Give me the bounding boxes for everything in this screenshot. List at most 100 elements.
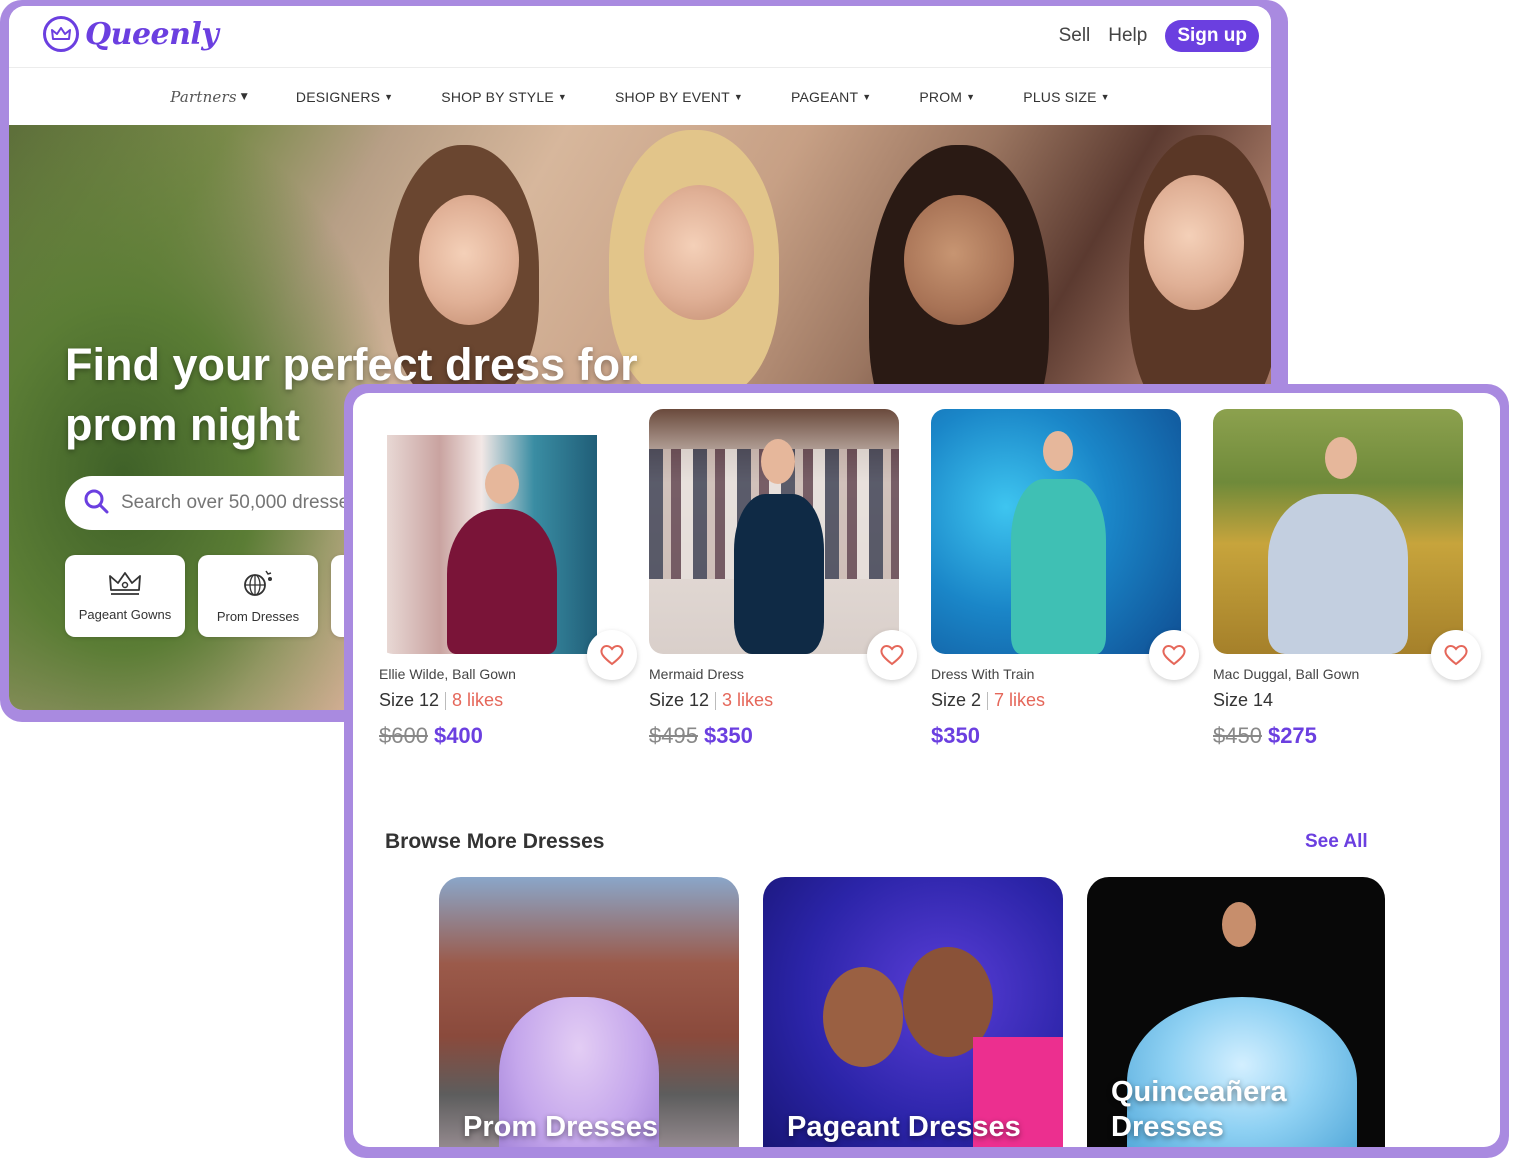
nav-label: PROM bbox=[919, 89, 963, 105]
nav-item-partners[interactable]: Partners ▼ bbox=[170, 88, 248, 106]
browse-tile-label: Prom Dresses bbox=[463, 1111, 659, 1143]
dress-shape bbox=[447, 509, 557, 654]
nav-item-shop-by-event[interactable]: SHOP BY EVENT ▼ bbox=[615, 89, 743, 105]
chevron-down-icon: ▼ bbox=[557, 92, 567, 102]
nav-label: SHOP BY EVENT bbox=[614, 89, 730, 105]
sale-price: $275 bbox=[1267, 723, 1317, 748]
top-right-links: Sell Help Sign up bbox=[1059, 20, 1259, 52]
listing-image[interactable] bbox=[931, 409, 1181, 654]
disco-ball-icon bbox=[241, 568, 275, 603]
favorite-button[interactable] bbox=[1149, 630, 1199, 680]
listing-size: Size 12 bbox=[649, 690, 710, 710]
chevron-down-icon: ▼ bbox=[733, 92, 743, 102]
nav-label: PAGEANT bbox=[790, 89, 859, 105]
category-label: Prom Dresses bbox=[216, 609, 300, 624]
listing-image[interactable] bbox=[379, 409, 629, 654]
browse-tile-label: Pageant Dresses bbox=[787, 1111, 1021, 1143]
divider bbox=[445, 691, 447, 710]
listing-likes: 3 likes bbox=[722, 690, 774, 710]
dress-shape bbox=[1011, 479, 1106, 654]
crown-logo-icon bbox=[43, 16, 79, 52]
original-price: $450 bbox=[1213, 723, 1262, 748]
dress-shape bbox=[1268, 494, 1408, 654]
browse-tile-prom[interactable]: Prom Dresses bbox=[439, 877, 739, 1147]
chevron-down-icon: ▼ bbox=[966, 92, 976, 102]
see-all-link[interactable]: See All bbox=[1305, 831, 1368, 853]
browse-tile-label: Quinceañera Dresses bbox=[1111, 1076, 1287, 1143]
nav-label: SHOP BY STYLE bbox=[441, 89, 554, 105]
sale-price: $350 bbox=[931, 723, 980, 748]
help-link[interactable]: Help bbox=[1108, 25, 1147, 47]
chevron-down-icon: ▼ bbox=[862, 92, 872, 102]
dress-shape bbox=[734, 494, 824, 654]
listing-meta: Size 12 8 likes bbox=[379, 690, 639, 711]
nav-item-plus-size[interactable]: PLUS SIZE ▼ bbox=[1023, 89, 1110, 105]
listing-price: $350 bbox=[931, 723, 1191, 749]
listing-meta: Size 14 bbox=[1213, 690, 1473, 711]
top-header: Queenly Sell Help Sign up bbox=[9, 6, 1271, 68]
original-price: $495 bbox=[649, 723, 698, 748]
brand-logo[interactable]: Queenly bbox=[43, 16, 219, 52]
nav-label: Partners bbox=[170, 88, 237, 106]
hero-face-shape bbox=[904, 195, 1014, 325]
model-head-shape bbox=[485, 464, 519, 504]
favorite-button[interactable] bbox=[1431, 630, 1481, 680]
listing-meta: Size 12 3 likes bbox=[649, 690, 909, 711]
search-icon bbox=[83, 488, 109, 519]
sale-price: $400 bbox=[433, 723, 483, 748]
nav-label: PLUS SIZE bbox=[1023, 89, 1097, 105]
listing-price: $450 $275 bbox=[1213, 723, 1473, 749]
listing-size: Size 12 bbox=[379, 690, 440, 710]
listing-size: Size 2 bbox=[931, 690, 982, 710]
hero-face-shape bbox=[419, 195, 519, 325]
listing-image[interactable] bbox=[1213, 409, 1463, 654]
listing-card[interactable]: Dress With Train Size 2 7 likes $350 bbox=[931, 409, 1199, 749]
divider bbox=[715, 691, 717, 710]
signup-button[interactable]: Sign up bbox=[1165, 20, 1259, 52]
model-head-shape bbox=[1222, 902, 1256, 947]
listing-card[interactable]: Mac Duggal, Ball Gown Size 14 $450 $275 bbox=[1213, 409, 1481, 749]
browse-section-title: Browse More Dresses bbox=[385, 830, 605, 853]
nav-item-prom[interactable]: PROM ▼ bbox=[919, 89, 975, 105]
favorite-button[interactable] bbox=[587, 630, 637, 680]
nav-item-pageant[interactable]: PAGEANT ▼ bbox=[791, 89, 871, 105]
listing-likes: 7 likes bbox=[994, 690, 1046, 710]
brand-name: Queenly bbox=[85, 16, 219, 52]
heart-icon bbox=[880, 645, 904, 666]
browse-tile-pageant[interactable]: Pageant Dresses bbox=[763, 877, 1063, 1147]
model-head-shape bbox=[823, 967, 903, 1067]
model-head-shape bbox=[761, 439, 795, 484]
category-nav: Partners ▼ DESIGNERS ▼ SHOP BY STYLE ▼ SHOP… bbox=[9, 68, 1271, 126]
listing-meta: Size 2 7 likes bbox=[931, 690, 1191, 711]
search-input[interactable] bbox=[121, 492, 381, 514]
heart-icon bbox=[1162, 645, 1186, 666]
listing-card[interactable]: Ellie Wilde, Ball Gown Size 12 8 likes $… bbox=[379, 409, 639, 749]
category-tile-prom-dresses[interactable]: Prom Dresses bbox=[198, 555, 318, 637]
nav-item-designers[interactable]: DESIGNERS ▼ bbox=[296, 89, 393, 105]
chevron-down-icon: ▼ bbox=[240, 92, 248, 102]
chevron-down-icon: ▼ bbox=[1100, 92, 1110, 102]
browse-tile-quinceanera[interactable]: Quinceañera Dresses bbox=[1087, 877, 1385, 1147]
category-tile-pageant-gowns[interactable]: Pageant Gowns bbox=[65, 555, 185, 637]
listing-price: $495 $350 bbox=[649, 723, 909, 749]
divider bbox=[987, 691, 989, 710]
hero-face-shape bbox=[644, 185, 754, 320]
heart-icon bbox=[600, 645, 624, 666]
sell-link[interactable]: Sell bbox=[1059, 25, 1091, 47]
original-price: $600 bbox=[379, 723, 428, 748]
nav-label: DESIGNERS bbox=[295, 89, 381, 105]
heart-icon bbox=[1444, 645, 1468, 666]
nav-item-shop-by-style[interactable]: SHOP BY STYLE ▼ bbox=[441, 89, 567, 105]
favorite-button[interactable] bbox=[867, 630, 917, 680]
foreground-window: Ellie Wilde, Ball Gown Size 12 8 likes $… bbox=[344, 384, 1509, 1158]
listing-image[interactable] bbox=[649, 409, 899, 654]
listing-price: $600 $400 bbox=[379, 723, 639, 749]
crown-icon bbox=[108, 570, 142, 601]
category-label: Pageant Gowns bbox=[78, 607, 172, 622]
listing-size: Size 14 bbox=[1213, 690, 1274, 710]
model-head-shape bbox=[1325, 437, 1357, 479]
model-head-shape bbox=[1043, 431, 1073, 471]
chevron-down-icon: ▼ bbox=[384, 92, 394, 102]
listing-card[interactable]: Mermaid Dress Size 12 3 likes $495 $350 bbox=[649, 409, 917, 749]
listings-panel: Ellie Wilde, Ball Gown Size 12 8 likes $… bbox=[353, 393, 1500, 1147]
